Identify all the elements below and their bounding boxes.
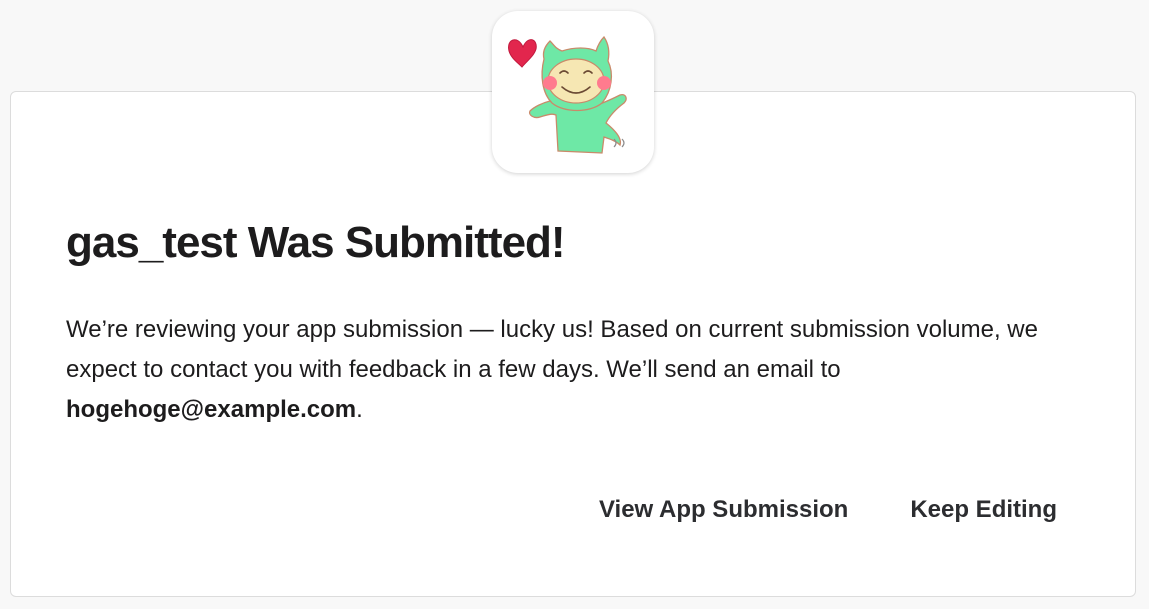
- app-mascot-icon: [492, 11, 654, 173]
- right-cheek: [597, 76, 611, 90]
- message-lead: We’re reviewing your app submission — lu…: [66, 316, 1038, 383]
- contact-email: hogehoge@example.com: [66, 396, 357, 423]
- message-tail: .: [356, 396, 363, 423]
- keep-editing-button[interactable]: Keep Editing: [910, 496, 1057, 524]
- page-title: gas_test Was Submitted!: [66, 218, 566, 267]
- view-app-submission-button[interactable]: View App Submission: [599, 496, 848, 524]
- dialog-actions: View App Submission Keep Editing: [599, 496, 1057, 524]
- heart-icon: [508, 39, 537, 68]
- mascot-illustration: [508, 35, 627, 154]
- submission-message: We’re reviewing your app submission — lu…: [66, 310, 1096, 430]
- left-cheek: [543, 76, 557, 90]
